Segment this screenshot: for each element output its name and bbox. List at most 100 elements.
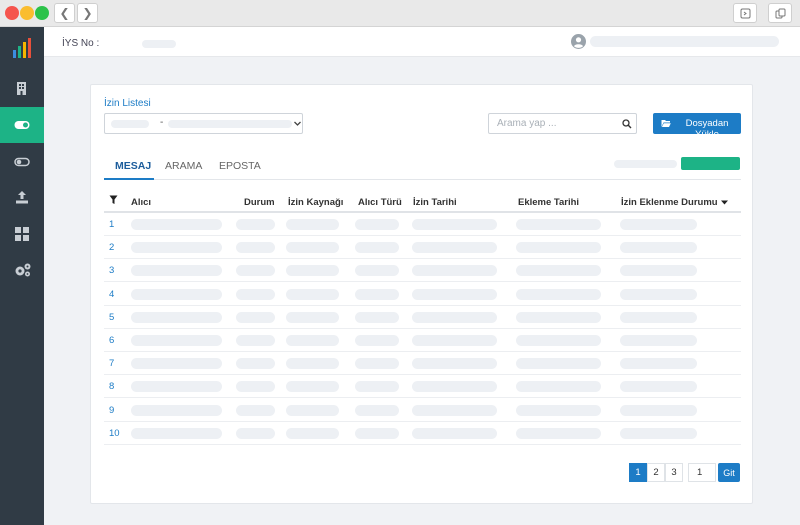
tab-toolbar-action-button[interactable] [681,157,740,170]
table-cell-placeholder [131,265,222,277]
table-row[interactable]: 7 [104,352,741,376]
brand-select[interactable]: - [104,113,303,134]
page-1-button[interactable]: 1 [629,463,647,482]
row-number[interactable]: 10 [109,428,120,439]
table-cell-placeholder [620,427,697,439]
table-row[interactable]: 3 [104,259,741,283]
copy-icon[interactable] [768,3,792,23]
tab-mesaj[interactable]: MESAJ [115,160,151,172]
table-cell-placeholder [236,427,275,439]
column-header-alici[interactable]: Alıcı [131,197,151,208]
table-cell-placeholder [236,335,275,346]
user-avatar-icon[interactable] [571,34,586,49]
table-cell-placeholder [131,404,222,416]
table-cell-placeholder [516,404,601,416]
table-cell-placeholder [236,311,275,323]
column-header-alici-turu[interactable]: Alıcı Türü [358,197,402,208]
table-cell-placeholder [412,358,497,370]
row-number[interactable]: 5 [109,312,114,323]
table-cell-placeholder [131,381,222,393]
upload-icon [16,191,28,204]
upload-from-file-button[interactable]: Dosyadan Yükle [653,113,741,140]
select-value-code [111,120,149,128]
app-logo[interactable] [0,34,44,64]
table-cell-placeholder [286,311,339,323]
goto-page-button[interactable]: Git [718,463,740,482]
table-cell-placeholder [236,265,275,277]
row-number[interactable]: 9 [109,405,114,416]
table-cell-placeholder [236,358,275,370]
table-cell-placeholder [286,427,339,439]
card-title: İzin Listesi [104,98,151,109]
table-cell-placeholder [355,427,399,439]
sidebar-item-upload[interactable] [0,179,44,215]
table-row[interactable]: 10 [104,422,741,445]
table-cell-placeholder [286,358,339,370]
sort-down-icon[interactable] [720,200,728,205]
back-button[interactable]: ❮ [54,3,75,23]
toggle-off-icon [14,157,30,167]
table-cell-placeholder [355,219,399,230]
table-cell-placeholder [286,381,339,393]
row-number[interactable]: 6 [109,335,114,346]
row-number[interactable]: 4 [109,289,114,300]
close-window-button[interactable] [5,6,19,20]
row-number[interactable]: 3 [109,265,114,276]
gears-icon [15,263,31,277]
row-number[interactable]: 7 [109,358,114,369]
column-header-izin-tarihi[interactable]: İzin Tarihi [413,197,457,208]
table-cell-placeholder [620,242,697,254]
table-row[interactable]: 8 [104,375,741,399]
user-name[interactable] [590,36,779,47]
table-cell-placeholder [620,381,697,393]
filter-icon[interactable] [109,195,118,205]
table-header: Alıcı Durum İzin Kaynağı Alıcı Türü İzin… [104,189,741,213]
table-row[interactable]: 9 [104,399,741,422]
sidebar-item-settings[interactable] [0,252,44,288]
maximize-window-button[interactable] [35,6,49,20]
sidebar-item-permissions[interactable] [0,107,44,143]
table-row[interactable]: 2 [104,236,741,260]
forward-button[interactable]: ❯ [77,3,98,23]
row-number[interactable]: 1 [109,219,114,230]
table-cell-placeholder [286,219,339,230]
table-cell-placeholder [620,358,697,370]
table-cell-placeholder [516,288,601,300]
search-field[interactable] [488,113,637,134]
sidebar-item-toggles[interactable] [0,144,44,180]
table-cell-placeholder [355,404,399,416]
column-header-durum[interactable]: Durum [244,197,275,208]
upload-button-label: Dosyadan Yükle [685,118,729,140]
table-cell-placeholder [412,427,497,439]
table-row[interactable]: 4 [104,283,741,306]
table-row[interactable]: 6 [104,329,741,352]
table-cell-placeholder [355,311,399,323]
table-cell-placeholder [131,427,222,439]
table-cell-placeholder [286,404,339,416]
minimize-window-button[interactable] [20,6,34,20]
column-header-izin-kaynagi[interactable]: İzin Kaynağı [288,197,343,208]
page-2-button[interactable]: 2 [647,463,665,482]
table-cell-placeholder [516,427,601,439]
column-header-ekleme-tarihi[interactable]: Ekleme Tarihi [518,197,579,208]
sidebar-item-dashboard[interactable] [0,216,44,252]
goto-page-input[interactable] [688,463,716,482]
sidebar [0,27,44,525]
row-number[interactable]: 8 [109,381,114,392]
table-cell-placeholder [131,242,222,254]
browser-chrome: ❮ ❯ [0,0,800,27]
search-input[interactable] [489,114,614,133]
tab-arama[interactable]: ARAMA [165,160,202,172]
reader-icon[interactable] [733,3,757,23]
table-cell-placeholder [620,404,697,416]
sidebar-item-buildings[interactable] [0,70,44,106]
table-row[interactable]: 1 [104,213,741,236]
table-row[interactable]: 5 [104,306,741,329]
table-cell-placeholder [286,288,339,300]
search-icon[interactable] [622,119,632,129]
column-header-izin-eklenme-durumu[interactable]: İzin Eklenme Durumu [621,197,728,208]
tab-eposta[interactable]: EPOSTA [219,160,261,172]
table-cell-placeholder [516,265,601,277]
row-number[interactable]: 2 [109,242,114,253]
page-3-button[interactable]: 3 [665,463,683,482]
